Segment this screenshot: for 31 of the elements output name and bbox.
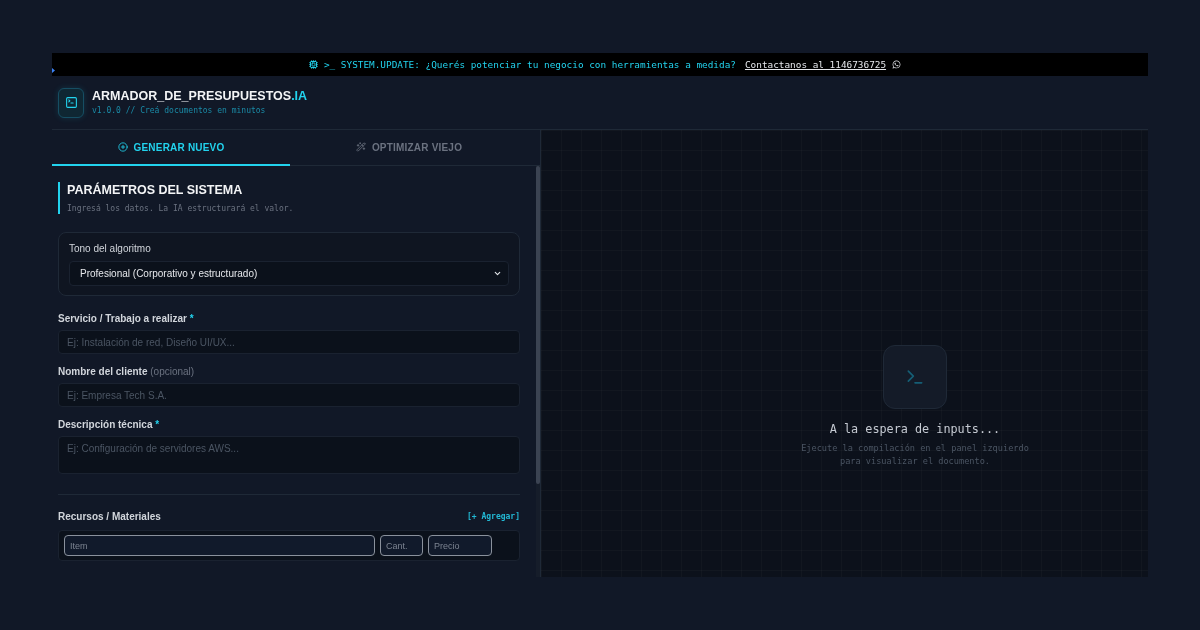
price-input[interactable]: Precio [428,535,492,556]
terminal-icon [883,345,947,409]
tab[interactable]: GENERAR NUEVO [52,130,290,166]
scrollbar-thumb[interactable] [536,166,540,484]
field-label: Descripción técnica * [58,419,161,431]
contact-link[interactable]: Contactanos al 1146736725 [744,58,887,71]
field-label: Servicio / Trabajo a realizar * [58,313,195,325]
tab[interactable]: OPTIMIZAR VIEJO [290,130,528,166]
textarea-field[interactable]: Ej: Configuración de servidores AWS... [58,436,520,474]
input-field[interactable]: Ej: Empresa Tech S.A. [58,383,520,407]
app-title: ARMADOR_DE_PRESUPUESTOS.IA [92,89,308,104]
chip-icon [308,60,318,69]
plus-circle-icon [117,142,128,152]
quantity-input[interactable]: Cant. [380,535,423,556]
field-label: Tono del algoritmo [69,243,152,255]
item-input[interactable]: Item [64,535,375,556]
add-button[interactable]: [+ Agregar] [467,511,520,523]
section-subtitle: Ingresá los datos. La IA estructurará el valor. [67,204,295,214]
triangle-icon [52,68,55,73]
section-title: PARÁMETROS DEL SISTEMA [67,182,244,198]
field-label: Recursos / Materiales [58,511,161,523]
terminal-icon [58,87,84,118]
tone-select[interactable]: Profesional (Corporativo y estructurado) [69,261,509,286]
magic-wand-icon [355,142,366,152]
input-field[interactable]: Ej: Instalación de red, Diseño UI/UX... [58,330,520,354]
announcement-text: >_ SYSTEM.UPDATE: ¿Querés potenciar tu negocio con herramientas a medida? [323,58,736,71]
waiting-title: A la espera de inputs... [829,421,1001,437]
field-label: Nombre del cliente (opcional) [58,366,196,378]
chat-phone-icon[interactable] [892,60,902,69]
app-subtitle: v1.0.0 // Creá documentos en minutos [92,106,267,116]
chevron-icon [493,269,502,278]
